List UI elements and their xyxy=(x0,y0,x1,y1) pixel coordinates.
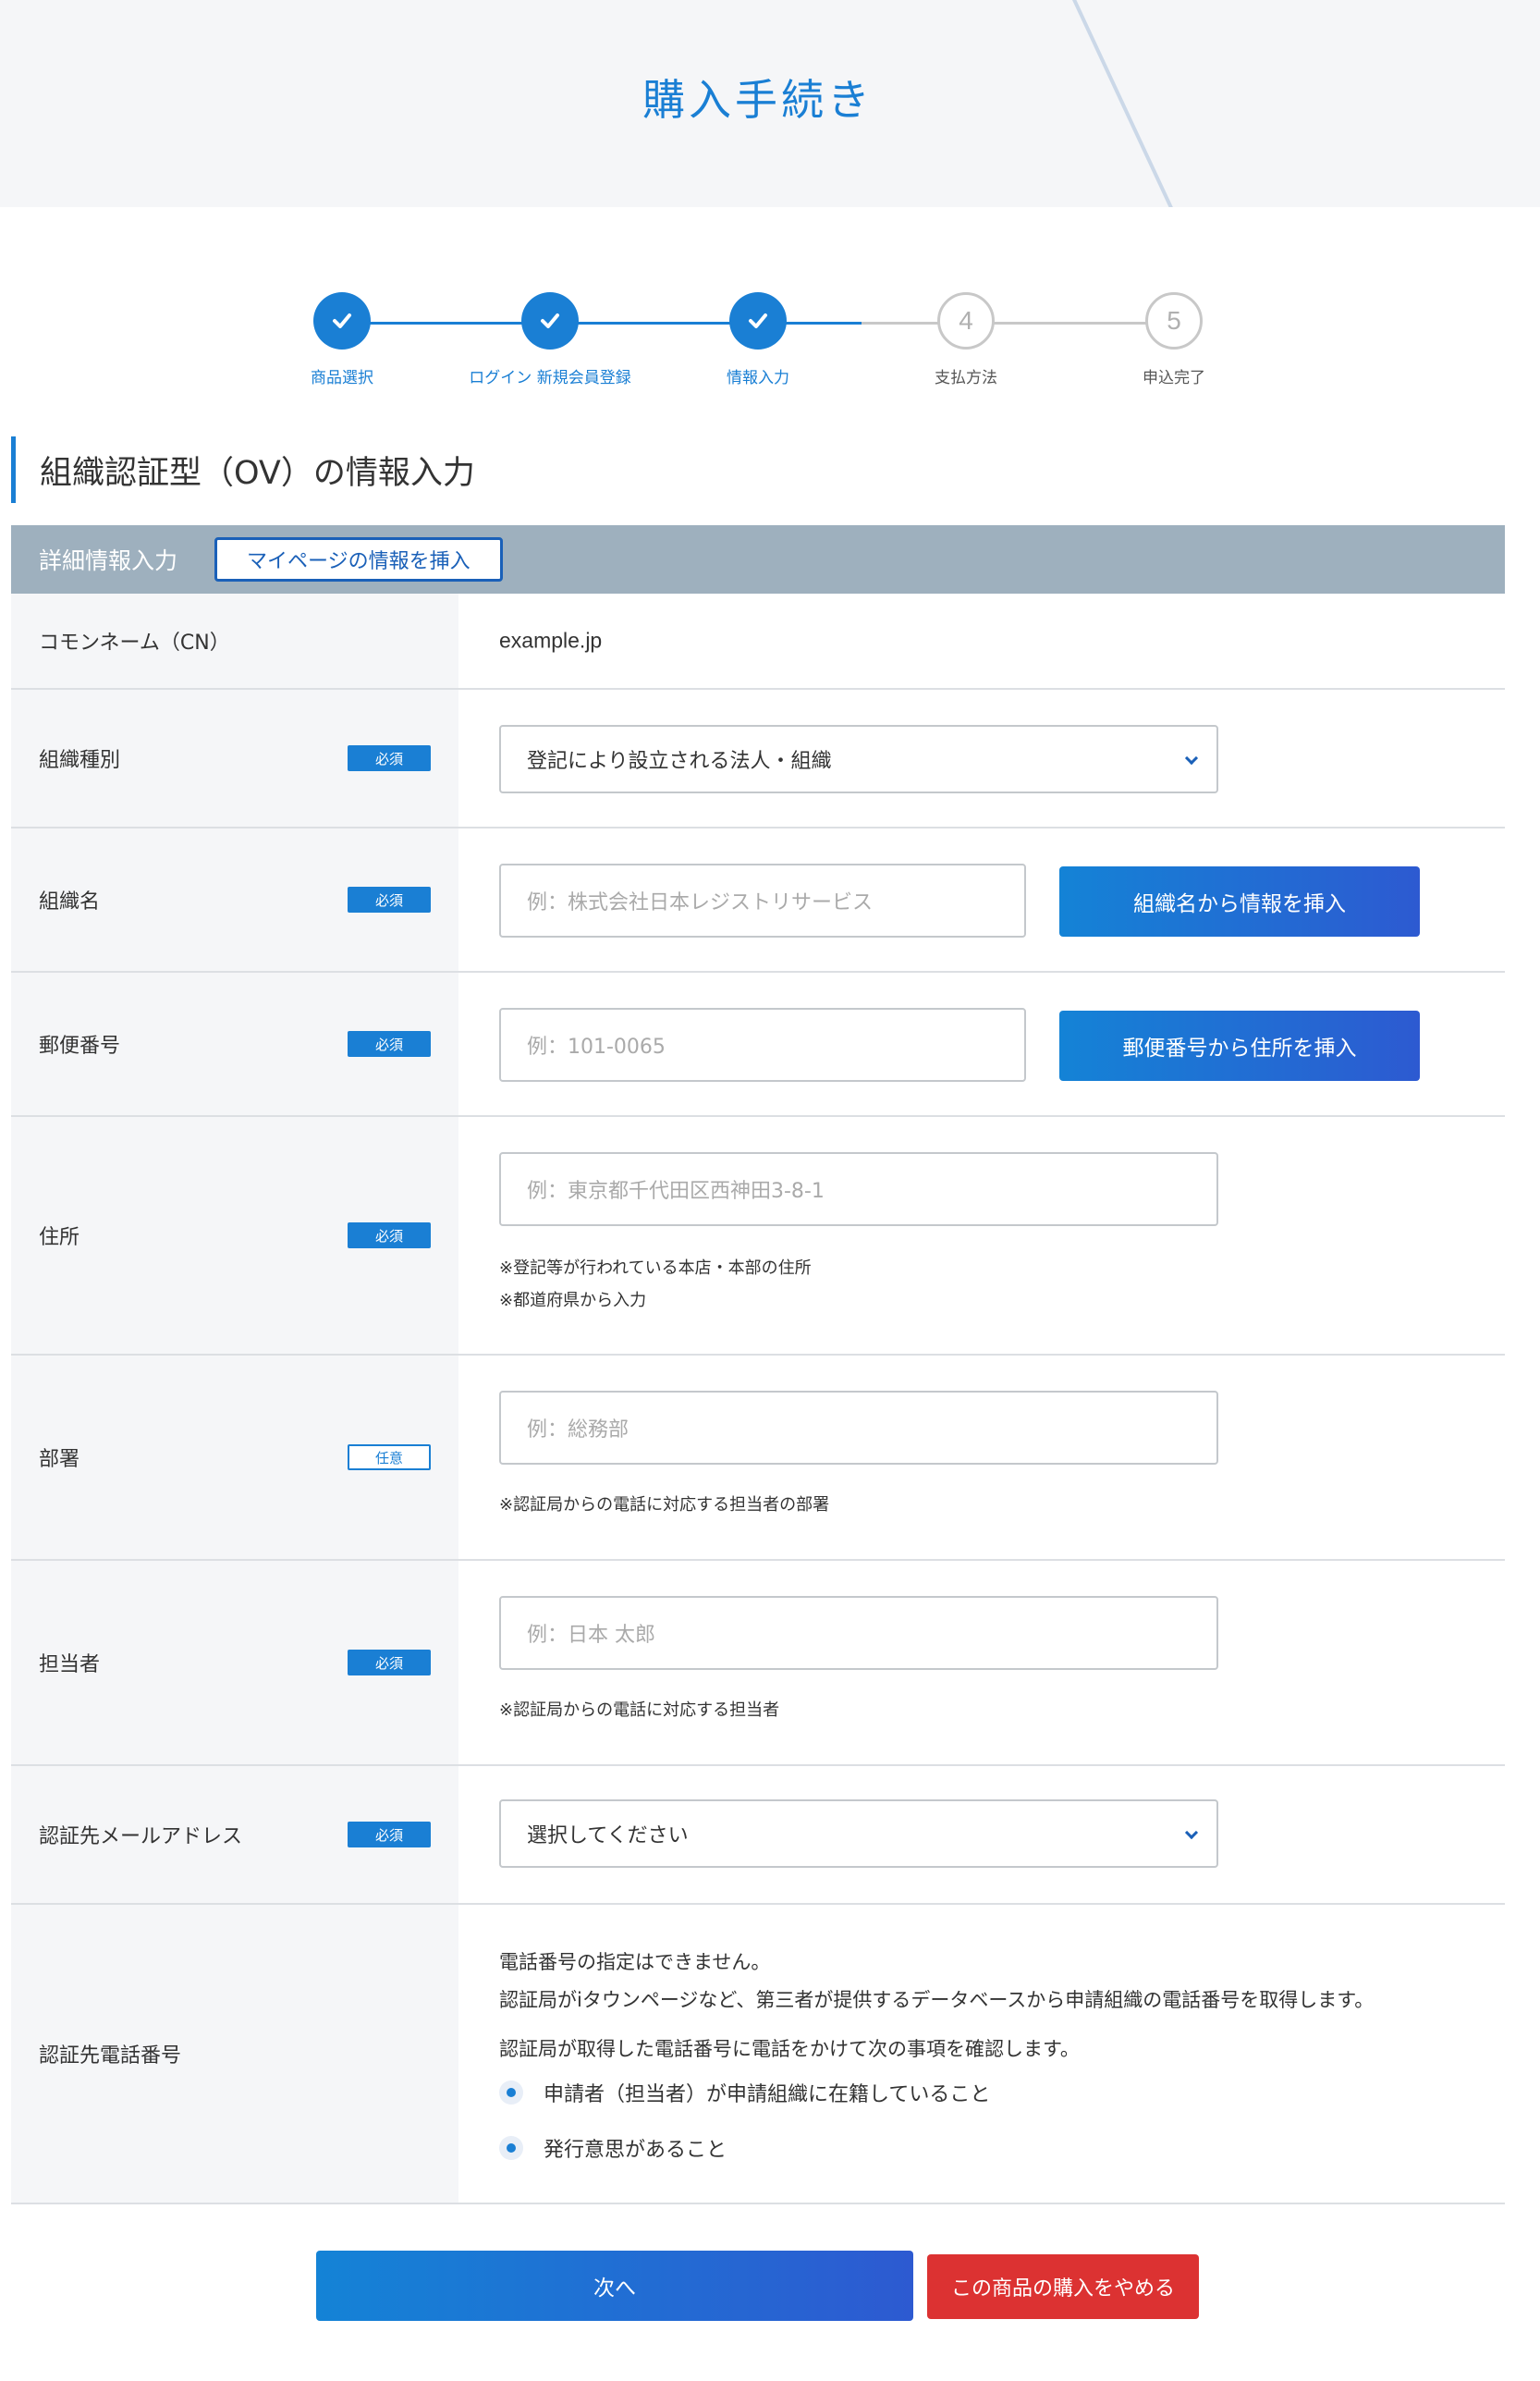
step-2: ログイン 新規会員登録 xyxy=(467,292,633,387)
phone-confirm-text: 認証局が取得した電話番号に電話をかけて次の事項を確認します。 xyxy=(499,2038,1080,2060)
org-name-placeholder: 例：株式会社日本レジストリサービス xyxy=(527,891,874,914)
required-badge: 必須 xyxy=(348,1650,431,1675)
auth-email-selected: 選択してください xyxy=(527,1824,689,1847)
confirm-item: 申請者（担当者）が申請組織に在籍していること xyxy=(499,2078,990,2107)
form-row-org-name: 組織名 必須 例：株式会社日本レジストリサービス 組織名から情報を挿入 xyxy=(11,828,1505,973)
cancel-purchase-button[interactable]: この商品の購入をやめる xyxy=(927,2254,1199,2319)
page-header: 購入手続き xyxy=(0,0,1540,207)
insert-address-from-postal-button[interactable]: 郵便番号から住所を挿入 xyxy=(1059,1011,1420,1081)
insert-from-org-name-button[interactable]: 組織名から情報を挿入 xyxy=(1059,866,1420,937)
field-label: 組織種別 xyxy=(39,749,121,772)
step-number: 5 xyxy=(1145,292,1203,350)
address-note: ※都道府県から入力 xyxy=(499,1291,647,1310)
required-badge: 必須 xyxy=(348,887,431,913)
chevron-down-icon xyxy=(1184,1825,1199,1840)
required-badge: 必須 xyxy=(348,1031,431,1057)
step-label: 商品選択 xyxy=(311,369,373,387)
required-badge: 必須 xyxy=(348,1222,431,1248)
confirm-item: 発行意思があること xyxy=(499,2133,727,2163)
next-button[interactable]: 次へ xyxy=(316,2251,913,2321)
confirm-item-text: 申請者（担当者）が申請組織に在籍していること xyxy=(544,2083,991,2106)
field-label: 郵便番号 xyxy=(39,1035,121,1058)
step-label: 情報入力 xyxy=(727,369,789,387)
form-row-department: 部署 任意 例：総務部 ※認証局からの電話に対応する担当者の部署 xyxy=(11,1356,1505,1561)
field-label: コモンネーム（CN） xyxy=(39,632,230,655)
required-badge: 必須 xyxy=(348,1822,431,1847)
step-5: 5 申込完了 xyxy=(1091,292,1257,387)
step-4: 4 支払方法 xyxy=(883,292,1049,387)
address-placeholder: 例：東京都千代田区西神田3-8-1 xyxy=(527,1180,825,1203)
field-label: 担当者 xyxy=(39,1653,101,1676)
postal-code-input[interactable]: 例：101-0065 xyxy=(499,1008,1026,1082)
step-label: ログイン 新規会員登録 xyxy=(469,369,631,387)
bullet-dot-icon xyxy=(499,2136,523,2160)
step-label: 申込完了 xyxy=(1143,369,1205,387)
address-note: ※登記等が行われている本店・本部の住所 xyxy=(499,1258,812,1278)
bullet-dot-icon xyxy=(499,2080,523,2105)
form-row-contact: 担当者 必須 例：日本 太郎 ※認証局からの電話に対応する担当者 xyxy=(11,1561,1505,1766)
page-title: 購入手続き xyxy=(642,75,874,125)
step-1: 商品選択 xyxy=(259,292,425,387)
section-heading: 組織認証型（OV）の情報入力 xyxy=(11,436,475,503)
step-3: 情報入力 xyxy=(675,292,841,387)
org-type-select[interactable]: 登記により設立される法人・組織 xyxy=(499,725,1218,793)
org-type-selected: 登記により設立される法人・組織 xyxy=(527,750,832,773)
form-row-cn: コモンネーム（CN） example.jp xyxy=(11,594,1505,690)
contact-note: ※認証局からの電話に対応する担当者 xyxy=(499,1700,780,1720)
optional-badge: 任意 xyxy=(348,1444,431,1470)
check-icon xyxy=(313,292,371,350)
step-label: 支払方法 xyxy=(935,369,997,387)
form-row-address: 住所 必須 例：東京都千代田区西神田3-8-1 ※登記等が行われている本店・本部… xyxy=(11,1117,1505,1356)
required-badge: 必須 xyxy=(348,745,431,771)
form-row-phone: 認証先電話番号 電話番号の指定はできません。 認証局がiタウンページなど、第三者… xyxy=(11,1905,1505,2204)
department-placeholder: 例：総務部 xyxy=(527,1418,629,1442)
address-input[interactable]: 例：東京都千代田区西神田3-8-1 xyxy=(499,1152,1218,1226)
phone-info-text: 認証局がiタウンページなど、第三者が提供するデータベースから申請組織の電話番号を… xyxy=(499,1989,1375,2011)
form-row-org-type: 組織種別 必須 登記により設立される法人・組織 xyxy=(11,690,1505,828)
progress-stepper: 商品選択 ログイン 新規会員登録 情報入力 4 支払方法 5 申込完了 xyxy=(259,292,1257,394)
auth-email-select[interactable]: 選択してください xyxy=(499,1799,1218,1868)
common-name-value: example.jp xyxy=(499,628,603,653)
org-name-input[interactable]: 例：株式会社日本レジストリサービス xyxy=(499,864,1026,938)
contact-name-placeholder: 例：日本 太郎 xyxy=(527,1624,655,1647)
check-icon xyxy=(521,292,579,350)
postal-code-placeholder: 例：101-0065 xyxy=(527,1036,666,1059)
confirm-item-text: 発行意思があること xyxy=(544,2139,727,2162)
phone-info-text: 電話番号の指定はできません。 xyxy=(499,1951,771,1973)
field-label: 認証先メールアドレス xyxy=(39,1825,243,1848)
field-label: 住所 xyxy=(39,1226,80,1249)
insert-mypage-info-button[interactable]: マイページの情報を挿入 xyxy=(214,537,503,582)
table-header-title: 詳細情報入力 xyxy=(39,547,178,574)
contact-name-input[interactable]: 例：日本 太郎 xyxy=(499,1596,1218,1670)
department-note: ※認証局からの電話に対応する担当者の部署 xyxy=(499,1495,830,1515)
form-table-header: 詳細情報入力 マイページの情報を挿入 xyxy=(11,525,1505,594)
department-input[interactable]: 例：総務部 xyxy=(499,1391,1218,1465)
form-row-postal: 郵便番号 必須 例：101-0065 郵便番号から住所を挿入 xyxy=(11,973,1505,1117)
field-label: 部署 xyxy=(39,1448,80,1471)
field-label: 組織名 xyxy=(39,890,101,914)
field-label: 認証先電話番号 xyxy=(39,2044,182,2068)
step-number: 4 xyxy=(937,292,995,350)
chevron-down-icon xyxy=(1184,751,1199,766)
check-icon xyxy=(729,292,787,350)
form-row-email: 認証先メールアドレス 必須 選択してください xyxy=(11,1766,1505,1905)
